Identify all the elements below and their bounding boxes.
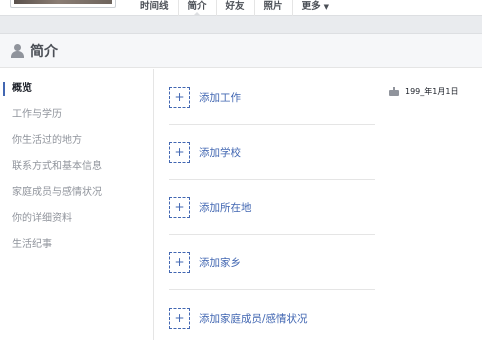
add-family-relationship-button[interactable]: + 添加家庭成员/感情状况 xyxy=(169,291,375,340)
tab-more-label: 更多 xyxy=(301,1,321,12)
person-icon-head xyxy=(14,43,21,51)
about-card: 简介 概览 工作与学历 你生活过的地方 联系方式和基本信息 家庭成员与感情状况 … xyxy=(0,33,482,340)
sidebar-item-overview[interactable]: 概览 xyxy=(0,80,153,106)
add-work-button[interactable]: + 添加工作 xyxy=(169,70,375,125)
tab-friends[interactable]: 好友 xyxy=(217,0,255,16)
about-title: 简介 xyxy=(30,43,58,60)
tab-photos[interactable]: 照片 xyxy=(255,0,293,16)
add-school-label: 添加学校 xyxy=(199,146,241,159)
birthday-cake-icon xyxy=(389,87,399,96)
about-card-header: 简介 xyxy=(0,34,482,68)
sidebar-item-life-events[interactable]: 生活纪事 xyxy=(0,236,153,262)
profile-photo-image xyxy=(14,0,112,4)
plus-icon: + xyxy=(169,308,190,329)
sidebar-item-places-lived[interactable]: 你生活过的地方 xyxy=(0,132,153,158)
sidebar-item-work-education[interactable]: 工作与学历 xyxy=(0,106,153,132)
caret-down-icon: ▼ xyxy=(323,3,329,11)
plus-icon: + xyxy=(169,141,190,163)
tab-about[interactable]: 简介 xyxy=(179,0,217,16)
about-overview-content: + 添加工作 + 添加学校 + 添加所在地 + 添加家乡 + 添加家庭成员/感情… xyxy=(155,69,375,340)
profile-nav-bar: 时间线 简介 好友 照片 更多 ▼ xyxy=(0,0,482,16)
add-hometown-label: 添加家乡 xyxy=(199,256,241,269)
birthday-text: 199_年1月1日 xyxy=(405,87,459,96)
tab-timeline[interactable]: 时间线 xyxy=(131,0,179,16)
person-icon-body xyxy=(11,50,24,58)
about-sidebar: 概览 工作与学历 你生活过的地方 联系方式和基本信息 家庭成员与感情状况 你的详… xyxy=(0,69,154,340)
sidebar-item-contact-info[interactable]: 联系方式和基本信息 xyxy=(0,158,153,184)
cake-base xyxy=(389,90,399,96)
plus-icon: + xyxy=(169,86,190,108)
plus-icon: + xyxy=(169,251,190,273)
tab-more[interactable]: 更多 ▼ xyxy=(293,0,338,16)
profile-cover-thumbnail[interactable] xyxy=(10,0,116,8)
sidebar-item-details[interactable]: 你的详细资料 xyxy=(0,210,153,236)
add-current-city-label: 添加所在地 xyxy=(199,201,252,214)
add-current-city-button[interactable]: + 添加所在地 xyxy=(169,180,375,235)
add-work-label: 添加工作 xyxy=(199,91,241,104)
add-family-relationship-label: 添加家庭成员/感情状况 xyxy=(199,313,308,325)
profile-tabs: 时间线 简介 好友 照片 更多 ▼ xyxy=(131,0,338,16)
person-icon xyxy=(11,43,24,58)
birthday-info: 199_年1月1日 xyxy=(389,86,458,97)
add-hometown-button[interactable]: + 添加家乡 xyxy=(169,235,375,290)
add-school-button[interactable]: + 添加学校 xyxy=(169,125,375,180)
sidebar-item-family-relationships[interactable]: 家庭成员与感情状况 xyxy=(0,184,153,210)
plus-icon: + xyxy=(169,196,190,218)
